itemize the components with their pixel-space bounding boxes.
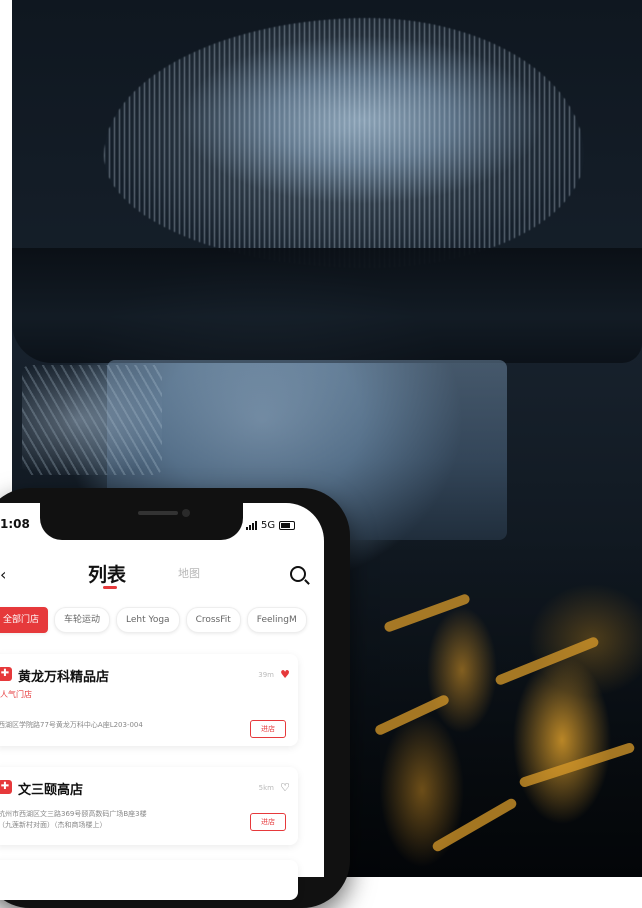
store-distance: 39m <box>258 671 274 679</box>
filter-chip[interactable]: CrossFit <box>185 607 241 633</box>
ceiling <box>12 248 642 363</box>
spin-bikes <box>342 530 642 877</box>
front-camera <box>182 509 190 517</box>
bike-handlebar <box>373 693 451 737</box>
filter-chips: 全部门店 车轮运动 Leht Yoga CrossFit FeelingM <box>0 607 307 633</box>
heart-filled-icon[interactable]: ♥ <box>280 668 290 681</box>
back-icon[interactable]: ‹ <box>0 565 6 584</box>
battery-icon <box>279 521 296 530</box>
filter-chip[interactable]: 车轮运动 <box>54 607 111 633</box>
enter-store-button[interactable]: 进店 <box>250 813 286 831</box>
store-address: 杭州市西湖区文三路369号颐高数码广场B座3楼 （九莲新村对面）（杰和商场楼上） <box>0 810 147 829</box>
speaker-grille <box>138 511 178 515</box>
wall-ornament <box>22 365 162 475</box>
store-logo-icon: ✚ <box>0 667 12 681</box>
heart-outline-icon[interactable]: ♡ <box>280 781 290 794</box>
store-name: 文三颐高店 <box>18 783 84 798</box>
store-distance: 5km <box>258 784 274 792</box>
tab-map[interactable]: 地图 <box>178 565 200 581</box>
phone-notch <box>40 500 243 540</box>
tab-list[interactable]: 列表 <box>88 560 126 587</box>
tab-active-indicator <box>103 586 117 589</box>
filter-chip[interactable]: FeelingM <box>246 607 307 633</box>
status-time: 1:08 <box>0 517 30 531</box>
filter-chip[interactable]: Leht Yoga <box>116 607 180 633</box>
store-logo-icon: ✚ <box>0 780 12 794</box>
store-card[interactable]: ✚ 文三颐高店 5km ♡ 杭州市西湖区文三路369号颐高数码广场B座3楼 （九… <box>0 767 298 845</box>
store-address: 西湖区学院路77号黄龙万科中心A座L203-004 <box>0 721 143 729</box>
store-tag: 人气门店 <box>0 690 32 699</box>
store-card[interactable]: ✚ 黄龙万科精品店 人气门店 39m ♥ 西湖区学院路77号黄龙万科中心A座L2… <box>0 654 298 746</box>
bike-handlebar <box>430 796 519 854</box>
signal-icon <box>246 521 257 530</box>
store-name: 黄龙万科精品店 <box>18 670 110 685</box>
network-label: 5G <box>261 520 276 531</box>
bike-handlebar <box>383 592 471 634</box>
chandelier-light <box>104 18 584 268</box>
bike-handlebar <box>494 635 600 687</box>
enter-store-button[interactable]: 进店 <box>250 720 286 738</box>
bike-handlebar <box>518 741 636 789</box>
filter-chip-all-stores[interactable]: 全部门店 <box>0 607 49 633</box>
search-icon[interactable] <box>290 566 306 582</box>
store-card-partial[interactable] <box>0 860 298 900</box>
status-indicators: 5G <box>246 520 296 531</box>
